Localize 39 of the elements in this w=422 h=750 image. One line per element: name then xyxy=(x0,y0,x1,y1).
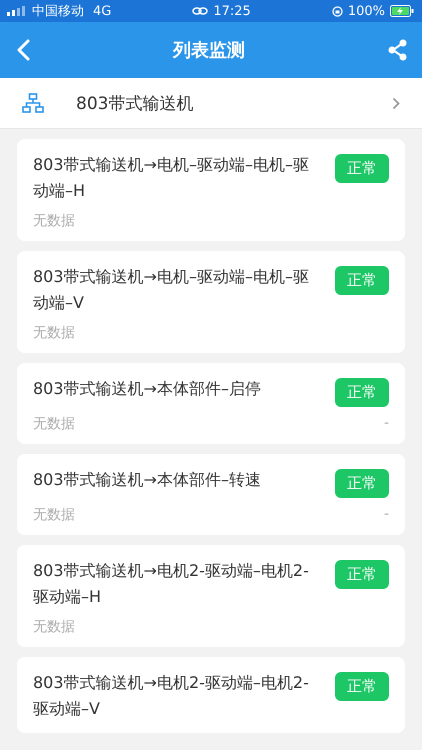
monitor-card[interactable]: 803带式输送机→电机2-驱动端–电机2-驱动端–V 正常 xyxy=(17,657,405,733)
data-text: 无数据 xyxy=(33,415,75,433)
point-title: 803带式输送机→本体部件–转速 xyxy=(33,469,262,491)
point-title: 803带式输送机→电机–驱动端–电机–驱动端–H xyxy=(33,154,310,202)
link-icon xyxy=(192,6,208,16)
data-text: 无数据 xyxy=(33,212,75,230)
clock-text: 17:25 xyxy=(213,4,251,18)
status-badge: 正常 xyxy=(335,154,389,183)
page-title: 列表监测 xyxy=(173,39,245,62)
data-text: 无数据 xyxy=(33,618,75,636)
carrier-text: 中国移动 xyxy=(32,3,84,20)
monitor-card[interactable]: 803带式输送机→本体部件–转速 正常 无数据 - xyxy=(17,454,405,535)
device-selector[interactable]: 803带式输送机 xyxy=(0,78,422,129)
hierarchy-icon xyxy=(22,93,44,113)
point-title: 803带式输送机→本体部件–启停 xyxy=(33,378,262,400)
data-text: 无数据 xyxy=(33,324,75,342)
battery-icon xyxy=(390,5,414,17)
signal-icon xyxy=(7,6,27,16)
rotation-lock-icon xyxy=(332,6,343,16)
value-text: - xyxy=(384,506,389,524)
battery-text: 100% xyxy=(348,4,385,18)
back-icon[interactable] xyxy=(16,39,30,61)
point-title: 803带式输送机→电机–驱动端–电机–驱动端–V xyxy=(33,266,310,314)
value-text: - xyxy=(384,415,389,433)
status-badge: 正常 xyxy=(335,560,389,589)
network-text: 4G xyxy=(93,4,112,18)
status-badge: 正常 xyxy=(335,378,389,407)
data-text: 无数据 xyxy=(33,506,75,524)
point-title: 803带式输送机→电机2-驱动端–电机2-驱动端–V xyxy=(33,672,310,720)
status-badge: 正常 xyxy=(335,469,389,498)
monitor-card[interactable]: 803带式输送机→电机–驱动端–电机–驱动端–V 正常 无数据 xyxy=(17,251,405,353)
monitor-card[interactable]: 803带式输送机→电机2-驱动端–电机2-驱动端–H 正常 无数据 xyxy=(17,545,405,647)
point-title: 803带式输送机→电机2-驱动端–电机2-驱动端–H xyxy=(33,560,310,608)
monitor-card[interactable]: 803带式输送机→本体部件–启停 正常 无数据 - xyxy=(17,363,405,444)
status-badge: 正常 xyxy=(335,266,389,295)
share-icon[interactable] xyxy=(388,39,408,61)
chevron-right-icon xyxy=(392,96,400,110)
status-badge: 正常 xyxy=(335,672,389,701)
monitor-card[interactable]: 803带式输送机→电机–驱动端–电机–驱动端–H 正常 无数据 xyxy=(17,139,405,241)
